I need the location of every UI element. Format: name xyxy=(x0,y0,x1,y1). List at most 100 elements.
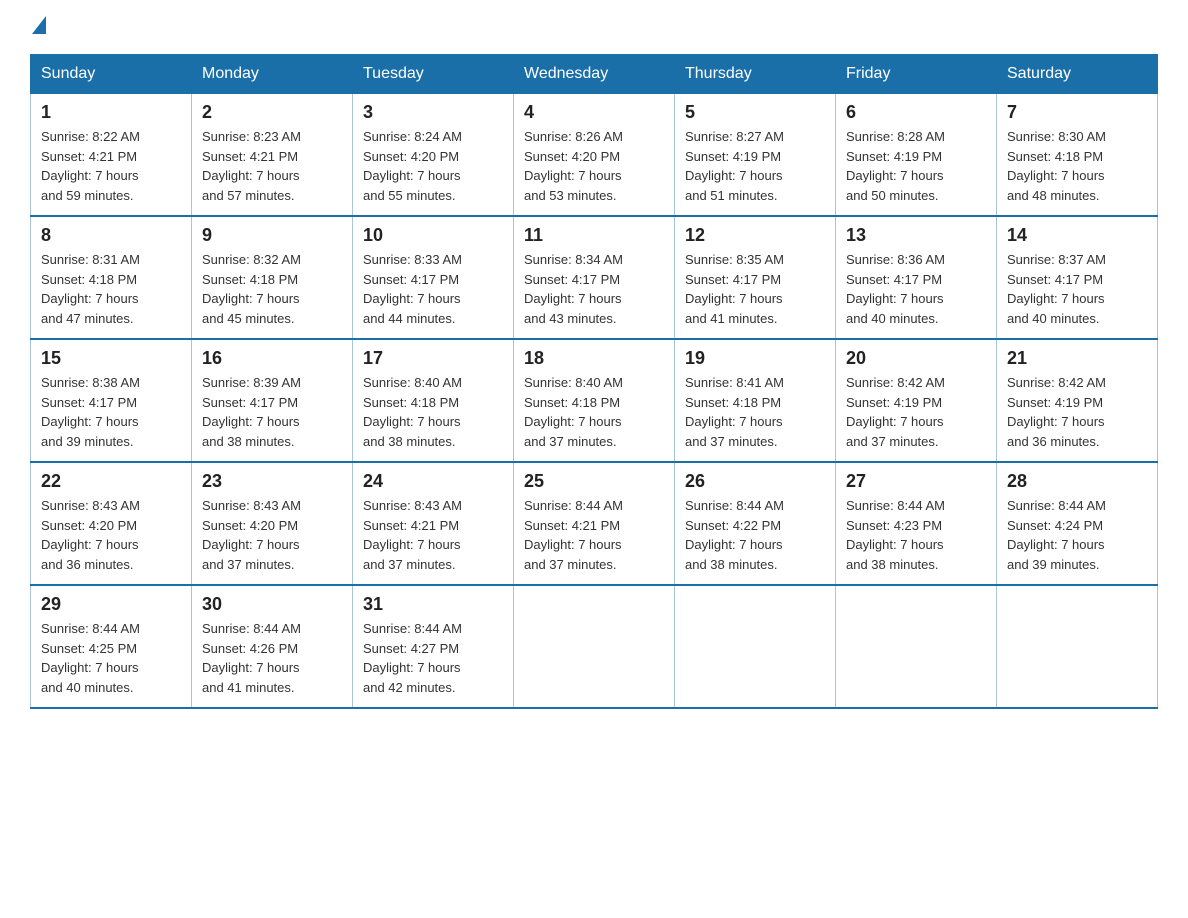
calendar-header-tuesday: Tuesday xyxy=(353,55,514,94)
day-number: 10 xyxy=(363,225,503,246)
calendar-header-wednesday: Wednesday xyxy=(514,55,675,94)
table-row xyxy=(836,585,997,708)
day-number: 26 xyxy=(685,471,825,492)
calendar-week-5: 29 Sunrise: 8:44 AM Sunset: 4:25 PM Dayl… xyxy=(31,585,1158,708)
table-row: 14 Sunrise: 8:37 AM Sunset: 4:17 PM Dayl… xyxy=(997,216,1158,339)
day-number: 5 xyxy=(685,102,825,123)
calendar-table: SundayMondayTuesdayWednesdayThursdayFrid… xyxy=(30,54,1158,709)
table-row xyxy=(514,585,675,708)
day-info: Sunrise: 8:23 AM Sunset: 4:21 PM Dayligh… xyxy=(202,127,342,205)
day-info: Sunrise: 8:41 AM Sunset: 4:18 PM Dayligh… xyxy=(685,373,825,451)
day-number: 17 xyxy=(363,348,503,369)
day-number: 7 xyxy=(1007,102,1147,123)
day-info: Sunrise: 8:36 AM Sunset: 4:17 PM Dayligh… xyxy=(846,250,986,328)
day-info: Sunrise: 8:35 AM Sunset: 4:17 PM Dayligh… xyxy=(685,250,825,328)
day-info: Sunrise: 8:39 AM Sunset: 4:17 PM Dayligh… xyxy=(202,373,342,451)
table-row: 1 Sunrise: 8:22 AM Sunset: 4:21 PM Dayli… xyxy=(31,94,192,217)
logo-arrow-icon xyxy=(32,16,46,34)
table-row xyxy=(997,585,1158,708)
table-row: 25 Sunrise: 8:44 AM Sunset: 4:21 PM Dayl… xyxy=(514,462,675,585)
day-number: 21 xyxy=(1007,348,1147,369)
day-number: 31 xyxy=(363,594,503,615)
day-info: Sunrise: 8:24 AM Sunset: 4:20 PM Dayligh… xyxy=(363,127,503,205)
calendar-week-1: 1 Sunrise: 8:22 AM Sunset: 4:21 PM Dayli… xyxy=(31,94,1158,217)
day-info: Sunrise: 8:28 AM Sunset: 4:19 PM Dayligh… xyxy=(846,127,986,205)
logo xyxy=(30,20,48,34)
table-row: 10 Sunrise: 8:33 AM Sunset: 4:17 PM Dayl… xyxy=(353,216,514,339)
calendar-header-thursday: Thursday xyxy=(675,55,836,94)
day-number: 15 xyxy=(41,348,181,369)
day-number: 13 xyxy=(846,225,986,246)
calendar-week-2: 8 Sunrise: 8:31 AM Sunset: 4:18 PM Dayli… xyxy=(31,216,1158,339)
table-row: 21 Sunrise: 8:42 AM Sunset: 4:19 PM Dayl… xyxy=(997,339,1158,462)
table-row: 11 Sunrise: 8:34 AM Sunset: 4:17 PM Dayl… xyxy=(514,216,675,339)
calendar-header-monday: Monday xyxy=(192,55,353,94)
day-info: Sunrise: 8:27 AM Sunset: 4:19 PM Dayligh… xyxy=(685,127,825,205)
day-number: 22 xyxy=(41,471,181,492)
day-number: 6 xyxy=(846,102,986,123)
table-row: 4 Sunrise: 8:26 AM Sunset: 4:20 PM Dayli… xyxy=(514,94,675,217)
day-info: Sunrise: 8:44 AM Sunset: 4:23 PM Dayligh… xyxy=(846,496,986,574)
table-row: 12 Sunrise: 8:35 AM Sunset: 4:17 PM Dayl… xyxy=(675,216,836,339)
day-number: 3 xyxy=(363,102,503,123)
table-row: 28 Sunrise: 8:44 AM Sunset: 4:24 PM Dayl… xyxy=(997,462,1158,585)
day-number: 18 xyxy=(524,348,664,369)
day-info: Sunrise: 8:22 AM Sunset: 4:21 PM Dayligh… xyxy=(41,127,181,205)
table-row: 3 Sunrise: 8:24 AM Sunset: 4:20 PM Dayli… xyxy=(353,94,514,217)
day-number: 25 xyxy=(524,471,664,492)
day-info: Sunrise: 8:34 AM Sunset: 4:17 PM Dayligh… xyxy=(524,250,664,328)
day-number: 2 xyxy=(202,102,342,123)
day-info: Sunrise: 8:43 AM Sunset: 4:20 PM Dayligh… xyxy=(41,496,181,574)
day-number: 12 xyxy=(685,225,825,246)
day-number: 16 xyxy=(202,348,342,369)
day-number: 28 xyxy=(1007,471,1147,492)
table-row: 15 Sunrise: 8:38 AM Sunset: 4:17 PM Dayl… xyxy=(31,339,192,462)
table-row: 18 Sunrise: 8:40 AM Sunset: 4:18 PM Dayl… xyxy=(514,339,675,462)
day-number: 14 xyxy=(1007,225,1147,246)
table-row: 9 Sunrise: 8:32 AM Sunset: 4:18 PM Dayli… xyxy=(192,216,353,339)
day-info: Sunrise: 8:44 AM Sunset: 4:22 PM Dayligh… xyxy=(685,496,825,574)
day-number: 23 xyxy=(202,471,342,492)
table-row: 19 Sunrise: 8:41 AM Sunset: 4:18 PM Dayl… xyxy=(675,339,836,462)
table-row: 26 Sunrise: 8:44 AM Sunset: 4:22 PM Dayl… xyxy=(675,462,836,585)
table-row: 29 Sunrise: 8:44 AM Sunset: 4:25 PM Dayl… xyxy=(31,585,192,708)
table-row: 17 Sunrise: 8:40 AM Sunset: 4:18 PM Dayl… xyxy=(353,339,514,462)
day-number: 9 xyxy=(202,225,342,246)
table-row: 13 Sunrise: 8:36 AM Sunset: 4:17 PM Dayl… xyxy=(836,216,997,339)
table-row: 8 Sunrise: 8:31 AM Sunset: 4:18 PM Dayli… xyxy=(31,216,192,339)
table-row: 31 Sunrise: 8:44 AM Sunset: 4:27 PM Dayl… xyxy=(353,585,514,708)
day-number: 4 xyxy=(524,102,664,123)
calendar-header-sunday: Sunday xyxy=(31,55,192,94)
day-number: 29 xyxy=(41,594,181,615)
calendar-header-saturday: Saturday xyxy=(997,55,1158,94)
table-row: 2 Sunrise: 8:23 AM Sunset: 4:21 PM Dayli… xyxy=(192,94,353,217)
day-info: Sunrise: 8:31 AM Sunset: 4:18 PM Dayligh… xyxy=(41,250,181,328)
table-row: 7 Sunrise: 8:30 AM Sunset: 4:18 PM Dayli… xyxy=(997,94,1158,217)
day-info: Sunrise: 8:42 AM Sunset: 4:19 PM Dayligh… xyxy=(1007,373,1147,451)
day-info: Sunrise: 8:40 AM Sunset: 4:18 PM Dayligh… xyxy=(363,373,503,451)
day-info: Sunrise: 8:33 AM Sunset: 4:17 PM Dayligh… xyxy=(363,250,503,328)
calendar-header-row: SundayMondayTuesdayWednesdayThursdayFrid… xyxy=(31,55,1158,94)
table-row: 6 Sunrise: 8:28 AM Sunset: 4:19 PM Dayli… xyxy=(836,94,997,217)
day-number: 8 xyxy=(41,225,181,246)
day-info: Sunrise: 8:37 AM Sunset: 4:17 PM Dayligh… xyxy=(1007,250,1147,328)
day-info: Sunrise: 8:38 AM Sunset: 4:17 PM Dayligh… xyxy=(41,373,181,451)
day-number: 27 xyxy=(846,471,986,492)
day-number: 1 xyxy=(41,102,181,123)
table-row: 22 Sunrise: 8:43 AM Sunset: 4:20 PM Dayl… xyxy=(31,462,192,585)
day-number: 24 xyxy=(363,471,503,492)
day-info: Sunrise: 8:40 AM Sunset: 4:18 PM Dayligh… xyxy=(524,373,664,451)
day-number: 19 xyxy=(685,348,825,369)
day-info: Sunrise: 8:42 AM Sunset: 4:19 PM Dayligh… xyxy=(846,373,986,451)
calendar-week-3: 15 Sunrise: 8:38 AM Sunset: 4:17 PM Dayl… xyxy=(31,339,1158,462)
day-info: Sunrise: 8:44 AM Sunset: 4:24 PM Dayligh… xyxy=(1007,496,1147,574)
day-info: Sunrise: 8:26 AM Sunset: 4:20 PM Dayligh… xyxy=(524,127,664,205)
day-info: Sunrise: 8:30 AM Sunset: 4:18 PM Dayligh… xyxy=(1007,127,1147,205)
day-info: Sunrise: 8:43 AM Sunset: 4:20 PM Dayligh… xyxy=(202,496,342,574)
day-number: 30 xyxy=(202,594,342,615)
calendar-header-friday: Friday xyxy=(836,55,997,94)
day-info: Sunrise: 8:32 AM Sunset: 4:18 PM Dayligh… xyxy=(202,250,342,328)
page-header xyxy=(30,20,1158,34)
day-info: Sunrise: 8:43 AM Sunset: 4:21 PM Dayligh… xyxy=(363,496,503,574)
table-row: 24 Sunrise: 8:43 AM Sunset: 4:21 PM Dayl… xyxy=(353,462,514,585)
